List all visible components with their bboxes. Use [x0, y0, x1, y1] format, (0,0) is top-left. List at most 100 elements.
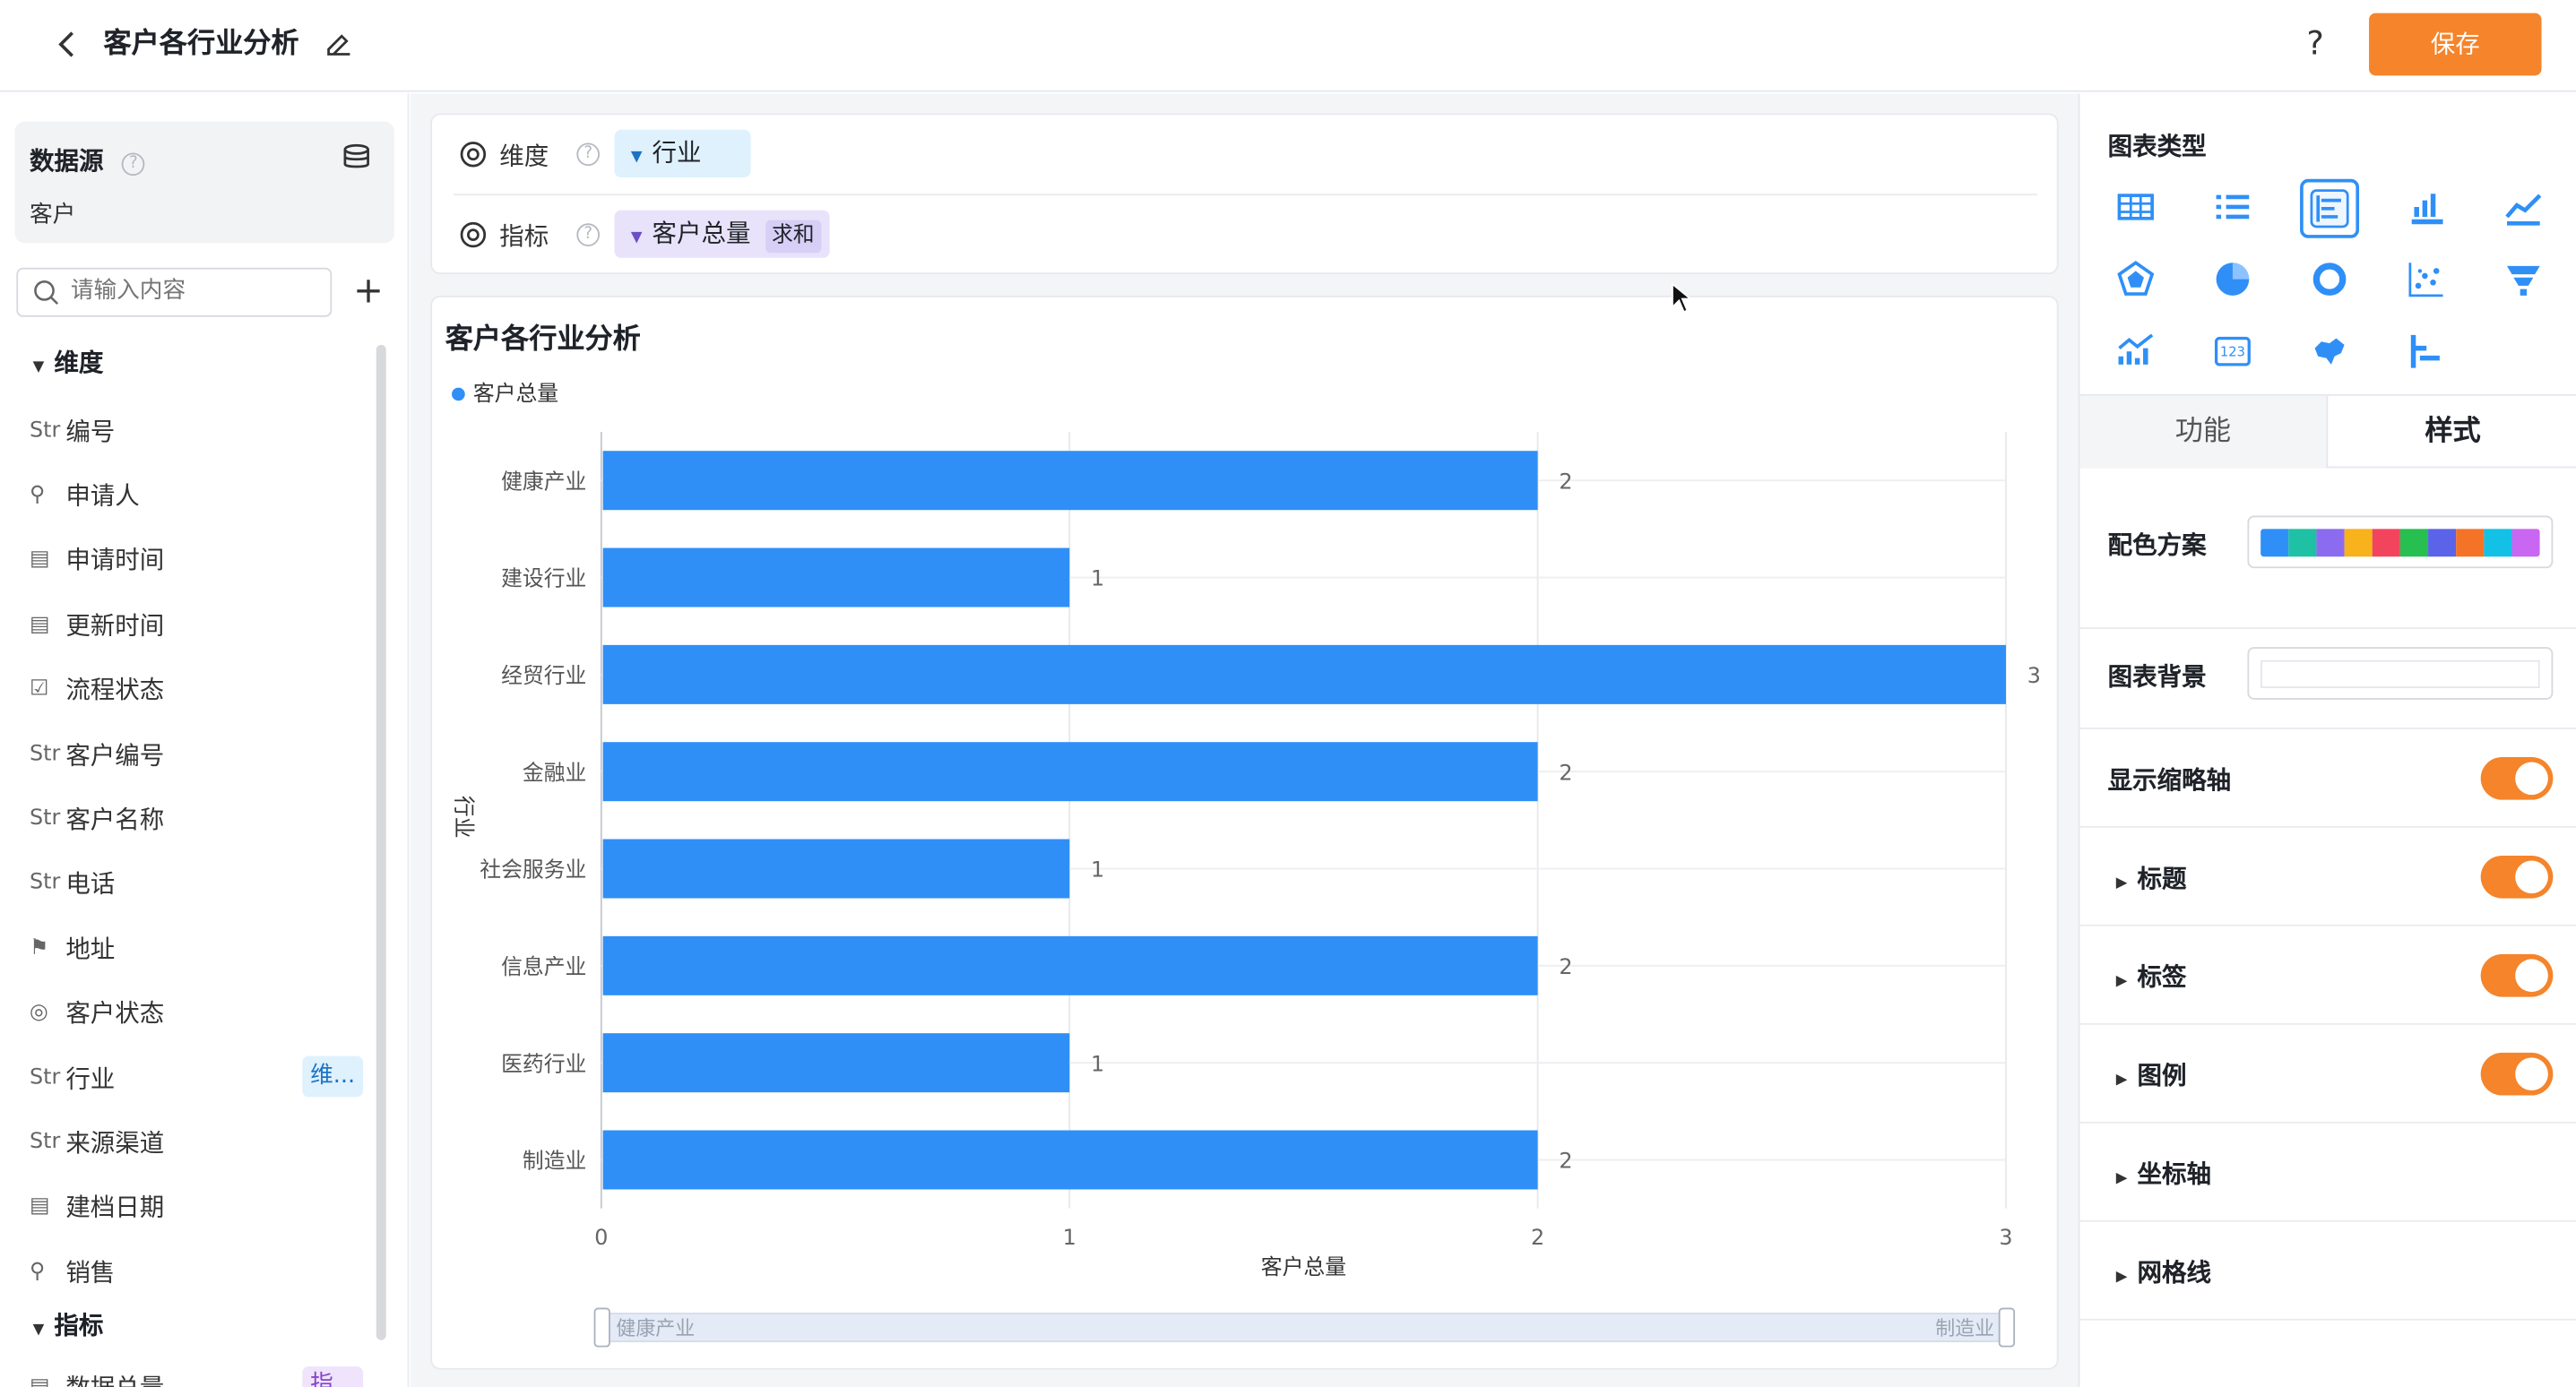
bar-icon[interactable]	[2404, 184, 2450, 229]
field-name: 数据总量	[65, 1372, 165, 1387]
section-label: 标签	[2137, 962, 2187, 993]
section-0[interactable]: ▶ 标题	[2116, 860, 2187, 894]
field-name: 建档日期	[65, 1193, 165, 1223]
database-icon[interactable]	[341, 142, 375, 175]
color-scheme-select[interactable]	[2247, 515, 2554, 569]
bar-chart[interactable]: 客户总量 0 1 2 3 2 健康产业 1 建设行业 3 经贸行业 2 金融业 1 社会服务业 2 信息产业 1 医…	[430, 361, 2057, 1363]
field-item[interactable]: ▤ 更新时间	[30, 607, 164, 642]
line-icon[interactable]	[2501, 184, 2546, 229]
field-name: 客户编号	[65, 739, 165, 770]
metric-item[interactable]: ▤ 数据总量	[30, 1368, 164, 1387]
combo-icon[interactable]	[2113, 329, 2158, 375]
calendar-icon: ▤	[29, 547, 50, 573]
checkbox-icon: ☑	[29, 676, 49, 702]
map-icon[interactable]	[2306, 329, 2352, 375]
y-tick-label: 健康产业	[501, 469, 586, 494]
section-label: 图例	[2137, 1061, 2187, 1091]
background-color-picker[interactable]	[2247, 647, 2554, 700]
bar	[602, 935, 1538, 995]
string-icon: Str	[29, 805, 61, 831]
list-icon[interactable]	[2209, 184, 2255, 229]
number-card-icon[interactable]: 123	[2209, 329, 2255, 375]
field-item[interactable]: Str 电话	[30, 866, 115, 901]
color-swatch	[2456, 529, 2485, 557]
field-item[interactable]: Str 来源渠道	[30, 1124, 164, 1159]
help-icon[interactable]: ?	[122, 152, 145, 177]
string-icon: Str	[29, 1129, 61, 1155]
section-2[interactable]: ▶ 图例	[2116, 1057, 2187, 1091]
string-icon: Str	[29, 1064, 61, 1090]
funnel-icon[interactable]	[2501, 256, 2546, 302]
dimension-shelf-icon	[458, 140, 488, 176]
dimension-pill[interactable]: ▼ 行业	[614, 129, 751, 177]
field-item[interactable]: ◎ 客户状态	[30, 995, 164, 1030]
divider	[2079, 727, 2576, 729]
divider	[2079, 1022, 2576, 1025]
string-icon: Str	[29, 741, 61, 767]
help-icon[interactable]: ?	[576, 223, 601, 246]
field-name: 电话	[65, 869, 116, 900]
field-item[interactable]: ⚲ 申请人	[30, 477, 140, 513]
help-button[interactable]: ?	[2306, 23, 2323, 63]
metrics-title: 指标	[54, 1310, 104, 1340]
chart-title: 客户各行业分析	[445, 323, 641, 357]
y-axis-title: 行业	[452, 796, 477, 839]
color-swatch	[2344, 529, 2373, 557]
thumbnail-axis-toggle[interactable]	[2480, 756, 2554, 800]
field-item[interactable]: Str 编号	[30, 412, 115, 448]
color-swatch	[2316, 529, 2345, 557]
radar-icon[interactable]	[2113, 256, 2158, 302]
caret-right-icon: ▶	[2115, 973, 2128, 991]
section-4[interactable]: ▶ 网格线	[2116, 1254, 2211, 1288]
field-item[interactable]: ▤ 建档日期	[30, 1189, 164, 1225]
tab-style[interactable]: 样式	[2330, 396, 2576, 469]
metric-shelf-icon	[458, 220, 488, 256]
table-icon[interactable]	[2113, 184, 2158, 229]
tab-function[interactable]: 功能	[2079, 395, 2329, 469]
field-item[interactable]: Str 行业	[30, 1059, 115, 1095]
x-tick-label: 2	[1531, 1225, 1544, 1250]
donut-icon[interactable]	[2306, 256, 2352, 302]
calendar-icon: ▤	[29, 1194, 50, 1219]
metric-pill[interactable]: ▼ 客户总量 求和	[614, 210, 830, 258]
gantt-icon[interactable]	[2404, 329, 2450, 375]
divider	[2079, 825, 2576, 828]
save-button[interactable]: 保存	[2369, 13, 2542, 76]
section-3[interactable]: ▶ 坐标轴	[2116, 1156, 2211, 1190]
dimensions-section[interactable]: ▼ 维度	[33, 345, 104, 379]
cursor-icon	[1671, 282, 1693, 314]
chart-type-title: 图表类型	[2107, 131, 2207, 161]
color-scheme-label: 配色方案	[2107, 530, 2207, 561]
section-toggle[interactable]	[2480, 953, 2554, 997]
string-icon: Str	[29, 870, 61, 896]
bar	[602, 1130, 1538, 1190]
back-icon[interactable]	[49, 26, 85, 62]
field-item[interactable]: Str 客户名称	[30, 800, 164, 836]
metrics-section[interactable]: ▼ 指标	[33, 1307, 104, 1341]
scatter-icon[interactable]	[2404, 256, 2450, 302]
caret-right-icon: ▶	[2115, 874, 2128, 892]
section-toggle[interactable]	[2480, 1052, 2554, 1096]
field-item[interactable]: Str 客户编号	[30, 736, 164, 771]
horizontal-bar-icon[interactable]	[2300, 178, 2360, 238]
field-item[interactable]: ⚑ 地址	[30, 930, 115, 966]
edit-icon[interactable]	[324, 30, 353, 59]
scrollbar[interactable]	[376, 344, 386, 1340]
add-field-button[interactable]: +	[353, 270, 384, 315]
y-tick-label: 社会服务业	[480, 857, 586, 883]
x-tick-label: 0	[594, 1225, 608, 1250]
field-item[interactable]: ⚲ 销售	[30, 1253, 115, 1289]
section-1[interactable]: ▶ 标签	[2116, 959, 2187, 993]
field-search[interactable]	[16, 267, 333, 317]
help-icon[interactable]: ?	[576, 142, 601, 167]
field-item[interactable]: ☑ 流程状态	[30, 671, 164, 707]
pie-icon[interactable]	[2209, 256, 2255, 302]
section-label: 坐标轴	[2137, 1159, 2211, 1190]
field-item[interactable]: ▤ 申请时间	[30, 541, 164, 577]
field-name: 来源渠道	[65, 1128, 165, 1159]
metric-shelf-label: 指标	[499, 221, 549, 252]
section-toggle[interactable]	[2480, 855, 2554, 899]
metric-tag: 指...	[302, 1365, 364, 1387]
search-input[interactable]	[70, 277, 317, 305]
person-icon: ⚲	[29, 482, 46, 508]
